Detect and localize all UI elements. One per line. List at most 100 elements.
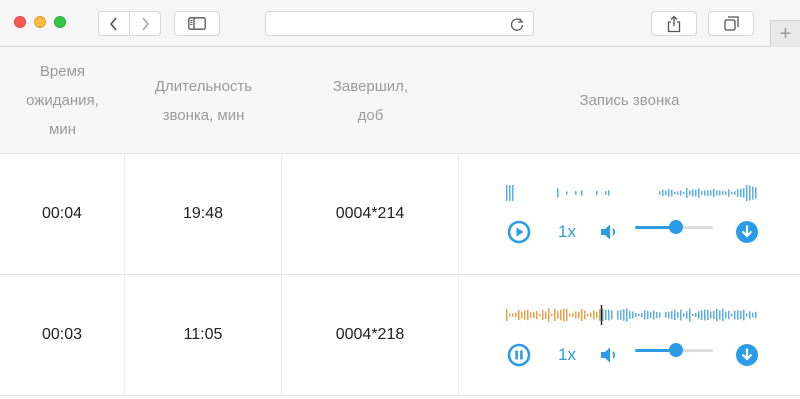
waveform-bar <box>677 191 679 195</box>
waveform[interactable] <box>505 305 757 325</box>
waveform-bar <box>653 310 655 320</box>
ended-by-cell: 0004*214 <box>282 154 459 274</box>
waveform-bar <box>734 310 736 320</box>
waveform-bar <box>722 191 724 195</box>
wait-time-cell: 00:03 <box>0 275 125 395</box>
waveform-bar <box>740 311 742 319</box>
volume-slider[interactable] <box>635 220 713 234</box>
waveform-bar <box>695 189 697 197</box>
waveform-bar <box>680 190 682 196</box>
waveform-bar <box>671 189 673 197</box>
share-button[interactable] <box>651 11 697 36</box>
waveform-bar <box>749 185 751 201</box>
waveform-bar <box>752 186 754 200</box>
waveform-bar <box>521 311 523 319</box>
new-tab-button[interactable]: + <box>770 20 800 47</box>
waveform-bar <box>536 310 538 320</box>
waveform-bar <box>566 191 568 195</box>
waveform-bar <box>638 313 640 317</box>
header-ended-by: Завершил, доб <box>332 77 409 124</box>
close-window-button[interactable] <box>14 16 26 28</box>
waveform-bar <box>659 191 661 195</box>
waveform-bar <box>539 313 541 317</box>
wait-time-cell: 00:04 <box>0 154 125 274</box>
reload-icon[interactable] <box>509 16 525 32</box>
waveform-bar <box>755 311 757 319</box>
share-icon <box>667 15 681 32</box>
waveform-bar <box>641 313 643 317</box>
waveform-bar <box>512 185 514 201</box>
waveform-bar <box>506 185 508 201</box>
waveform-bar <box>725 311 727 319</box>
chevron-right-icon <box>142 16 150 31</box>
speed-button[interactable]: 1x <box>555 220 579 244</box>
download-button[interactable] <box>735 343 759 367</box>
waveform-bar <box>707 309 709 321</box>
waveform-bar <box>617 310 619 320</box>
waveform-bar <box>620 310 622 320</box>
waveform-bar <box>683 313 685 317</box>
download-icon <box>736 221 758 243</box>
waveform-bar <box>548 308 550 322</box>
play-button[interactable] <box>507 220 531 244</box>
volume-knob[interactable] <box>668 343 683 357</box>
waveform-bar <box>677 312 679 318</box>
waveform-bar <box>575 311 577 319</box>
duration-cell: 19:48 <box>125 154 282 274</box>
waveform-bar <box>704 309 706 321</box>
volume-icon[interactable] <box>600 222 620 242</box>
plus-icon: + <box>779 23 792 45</box>
waveform-bar <box>710 311 712 319</box>
waveform[interactable] <box>505 183 757 203</box>
volume-knob[interactable] <box>668 220 683 234</box>
ended-by-cell: 0004*218 <box>282 275 459 395</box>
download-button[interactable] <box>735 220 759 244</box>
waveform-bar <box>680 309 682 321</box>
waveform-bar <box>719 310 721 320</box>
playhead-cursor[interactable] <box>600 305 603 325</box>
sidebar-button[interactable] <box>174 11 220 36</box>
waveform-bar <box>596 190 598 196</box>
minimize-window-button[interactable] <box>34 16 46 28</box>
waveform-bar <box>713 188 715 198</box>
waveform-bar <box>662 189 664 197</box>
waveform-bar <box>542 309 544 321</box>
waveform-bar <box>605 310 607 320</box>
waveform-bar <box>611 310 613 320</box>
waveform-bar <box>671 310 673 320</box>
back-button[interactable] <box>98 11 130 36</box>
volume-icon[interactable] <box>600 345 620 365</box>
waveform-bar <box>737 189 739 197</box>
volume-slider[interactable] <box>635 343 713 357</box>
waveform-bar <box>731 191 733 195</box>
waveform-bar <box>743 309 745 321</box>
address-bar[interactable] <box>265 11 534 36</box>
waveform-bar <box>512 313 514 317</box>
waveform-bar <box>743 188 745 198</box>
zoom-window-button[interactable] <box>54 16 66 28</box>
tabs-overview-button[interactable] <box>708 11 754 36</box>
forward-button[interactable] <box>129 11 161 36</box>
waveform-bar <box>632 311 634 319</box>
table-row: 00:04 19:48 0004*214 1x <box>0 154 800 275</box>
waveform-bar <box>698 188 700 198</box>
waveform-bar <box>737 310 739 320</box>
speed-button[interactable]: 1x <box>555 343 579 367</box>
waveform-bar <box>698 311 700 319</box>
waveform-bar <box>749 311 751 319</box>
waveform-bar <box>608 190 610 196</box>
waveform-bar <box>623 309 625 321</box>
duration-cell: 11:05 <box>125 275 282 395</box>
waveform-bar <box>692 189 694 197</box>
pause-button[interactable] <box>507 343 531 367</box>
chevron-left-icon <box>109 16 117 31</box>
waveform-bar <box>659 312 661 318</box>
waveform-bar <box>569 313 571 317</box>
waveform-bar <box>515 312 517 318</box>
waveform-bar <box>683 191 685 195</box>
waveform-bar <box>689 308 691 322</box>
header-call-recording: Запись звонка <box>579 92 680 109</box>
waveform-bar <box>629 311 631 319</box>
waveform-bar <box>599 309 601 321</box>
browser-toolbar: + <box>0 0 800 47</box>
